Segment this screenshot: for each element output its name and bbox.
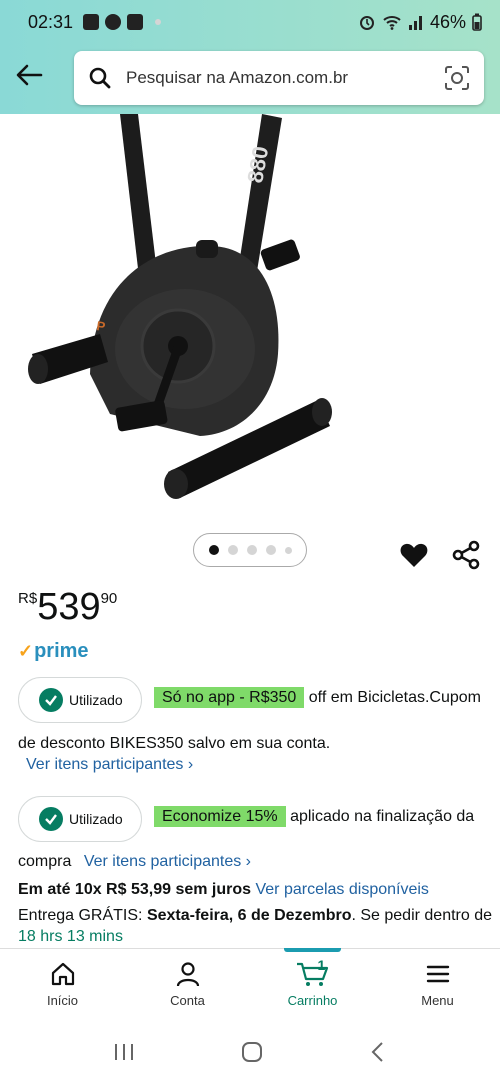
delivery-date: Sexta-feira, 6 de Dezembro xyxy=(146,907,352,924)
coupon2-applied-badge[interactable]: Utilizado xyxy=(18,796,142,842)
coupon1-participating-link[interactable]: Ver itens participantes › xyxy=(26,756,193,774)
coupon-badge-label: Utilizado xyxy=(69,692,123,708)
wishlist-button[interactable] xyxy=(399,540,429,570)
image-carousel-indicator[interactable] xyxy=(193,533,307,567)
product-price: R$ 539 90 xyxy=(18,586,117,628)
share-icon xyxy=(452,540,480,570)
coupon-applied-badge[interactable]: Utilizado xyxy=(18,677,142,723)
tab-home[interactable]: Início xyxy=(0,949,125,1020)
tab-home-label: Início xyxy=(46,993,79,1008)
home-nav-icon[interactable] xyxy=(240,1040,264,1064)
tab-account-label: Conta xyxy=(170,993,205,1008)
battery-icon xyxy=(472,13,482,31)
signal-icon xyxy=(408,16,422,30)
tab-cart[interactable]: 1 Carrinho xyxy=(250,948,375,1020)
shield-icon xyxy=(127,14,144,30)
price-currency: R$ xyxy=(18,590,38,607)
status-bar: 02:31 46% xyxy=(0,0,500,44)
coupon2-highlight: Economize 15% xyxy=(154,806,286,827)
back-button[interactable] xyxy=(14,60,44,90)
home-icon xyxy=(51,962,74,986)
product-image[interactable]: 880 P xyxy=(0,114,500,524)
delivery-suffix: . Se pedir dentro de xyxy=(351,907,493,924)
coupon1-text-a: off em Bicicletas.Cupom xyxy=(304,689,481,706)
status-time: 02:31 xyxy=(28,11,74,32)
exercise-bike-image: 880 P xyxy=(28,114,332,499)
camera-search-icon[interactable] xyxy=(444,65,470,91)
tab-account[interactable]: Conta xyxy=(125,949,250,1020)
search-icon xyxy=(89,67,111,89)
system-navigation-bar xyxy=(0,1020,500,1083)
wifi-icon xyxy=(383,16,401,30)
carousel-dot-5[interactable] xyxy=(284,546,292,554)
back-arrow-icon xyxy=(16,64,43,86)
notification-dot-icon xyxy=(155,19,162,25)
tab-menu-label: Menu xyxy=(421,993,454,1008)
carousel-dot-3[interactable] xyxy=(246,545,257,555)
coupon1-highlight: Só no app - R$350 xyxy=(154,687,305,708)
coupon1-text-b: de desconto BIKES350 salvo em sua conta. xyxy=(18,735,331,752)
hamburger-menu-icon xyxy=(426,965,449,983)
tab-menu[interactable]: Menu xyxy=(375,949,500,1020)
price-fraction: 90 xyxy=(100,590,118,607)
back-nav-icon[interactable] xyxy=(368,1040,388,1064)
carousel-dot-2[interactable] xyxy=(227,545,238,555)
carousel-dot-1[interactable] xyxy=(208,545,219,555)
search-placeholder: Pesquisar na Amazon.com.br xyxy=(126,68,349,87)
coupon2-text-a: aplicado na finalização da xyxy=(285,808,475,825)
prime-badge: ✓ prime xyxy=(18,640,89,663)
heart-icon xyxy=(400,543,428,567)
carousel-dot-4[interactable] xyxy=(265,545,276,555)
search-input[interactable]: Pesquisar na Amazon.com.br xyxy=(74,51,484,105)
cart-count-badge: 1 xyxy=(317,957,326,973)
installments-link[interactable]: Ver parcelas disponíveis xyxy=(255,881,428,898)
top-header: 02:31 46% Pesquisar na Amazon.com.br xyxy=(0,0,500,114)
battery-percent: 46% xyxy=(429,11,466,32)
bottom-tab-bar: Início Conta 1 Carrinho Menu xyxy=(0,948,500,1020)
alarm-icon xyxy=(359,16,374,30)
coupon2-text-row: compra Ver itens participantes › xyxy=(18,853,251,871)
gallery-icon xyxy=(83,14,100,30)
person-icon xyxy=(176,962,199,987)
check-circle-icon xyxy=(39,807,63,831)
coupon-badge-label: Utilizado xyxy=(69,811,123,827)
tab-cart-label: Carrinho xyxy=(287,993,338,1008)
prime-check-icon: ✓ xyxy=(18,641,34,661)
prime-label: prime xyxy=(34,640,89,662)
check-circle-icon xyxy=(39,688,63,712)
delivery-prefix: Entrega GRÁTIS: xyxy=(18,907,147,924)
coupon2-participating-link[interactable]: Ver itens participantes › xyxy=(84,853,251,870)
delivery-row: Entrega GRÁTIS: Sexta-feira, 6 de Dezemb… xyxy=(18,907,492,925)
price-whole: 539 xyxy=(37,586,101,628)
delivery-countdown: 18 hrs 13 mins xyxy=(18,928,123,945)
installments-text: Em até 10x R$ 53,99 sem juros xyxy=(18,881,252,898)
installments-row: Em até 10x R$ 53,99 sem juros Ver parcel… xyxy=(18,881,429,899)
coupon1-text: Só no app - R$350 off em Bicicletas.Cupo… xyxy=(154,687,481,708)
recent-apps-icon[interactable] xyxy=(112,1041,136,1063)
share-button[interactable] xyxy=(451,540,481,570)
coupon2-text: Economize 15% aplicado na finalização da xyxy=(154,806,475,827)
chat-icon xyxy=(105,14,122,30)
coupon2-text-b: compra xyxy=(18,853,72,870)
